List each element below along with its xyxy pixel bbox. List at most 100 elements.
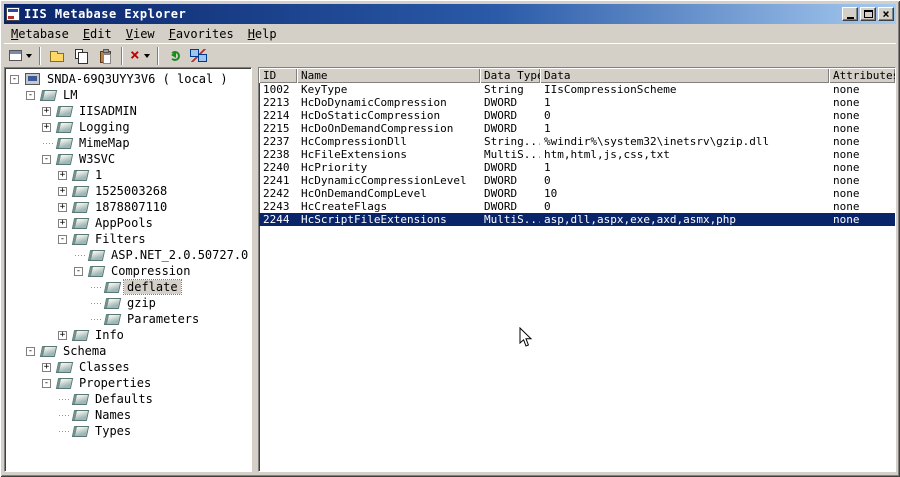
tree-item-1[interactable]: +1 [5, 167, 251, 183]
connect-button[interactable] [187, 45, 211, 67]
dropdown-arrow-icon[interactable] [26, 54, 32, 61]
title-bar[interactable]: IIS Metabase Explorer × [4, 4, 896, 24]
tree-label[interactable]: Compression [108, 264, 193, 278]
tree-item-gzip[interactable]: gzip [5, 295, 251, 311]
cell: IIsCompressionScheme [544, 83, 677, 96]
collapse-toggle-icon[interactable]: - [74, 266, 83, 276]
column-header-data-type[interactable]: Data Type [480, 68, 540, 83]
close-button[interactable]: × [878, 7, 894, 21]
tree-item-properties[interactable]: - Properties [5, 375, 251, 391]
refresh-button[interactable] [163, 45, 187, 67]
collapse-toggle-icon[interactable]: - [10, 74, 19, 84]
collapse-toggle-icon[interactable]: - [58, 234, 67, 244]
delete-button[interactable] [127, 45, 153, 67]
tree-label[interactable]: Schema [60, 344, 109, 358]
tree-item-compression[interactable]: - Compression [5, 263, 251, 279]
tree-item-schema[interactable]: - Schema [5, 343, 251, 359]
column-header-id[interactable]: ID [259, 68, 297, 83]
tree-label[interactable]: Parameters [124, 312, 202, 326]
tree-item-iisadmin[interactable]: + IISADMIN [5, 103, 251, 119]
tree-item-apppools[interactable]: + AppPools [5, 215, 251, 231]
tree-label[interactable]: Defaults [92, 392, 156, 406]
tree-item-snda-69q3uyy3v6-local-[interactable]: - SNDA-69Q3UYY3V6 ( local ) [5, 71, 251, 87]
tree-label[interactable]: Names [92, 408, 134, 422]
paste-button[interactable] [93, 45, 117, 67]
tree-label[interactable]: W3SVC [76, 152, 118, 166]
expand-toggle-icon[interactable]: + [58, 170, 67, 180]
menu-help[interactable]: Help [241, 26, 284, 43]
table-row-2242[interactable]: 2242 HcOnDemandCompLevel DWORD 10 none [259, 187, 895, 200]
tree-item-mimemap[interactable]: MimeMap [5, 135, 251, 151]
menu-view[interactable]: View [119, 26, 162, 43]
tree-item-types[interactable]: Types [5, 423, 251, 439]
tree-label[interactable]: LM [60, 88, 80, 102]
expand-toggle-icon[interactable]: + [58, 186, 67, 196]
tree-label[interactable]: Logging [76, 120, 133, 134]
cell: htm,html,js,css,txt [544, 148, 670, 161]
table-row-2238[interactable]: 2238 HcFileExtensions MultiS... htm,html,js… [259, 148, 895, 161]
expand-toggle-icon[interactable]: + [42, 106, 51, 116]
expand-toggle-icon[interactable]: + [58, 330, 67, 340]
tree-item-deflate[interactable]: deflate [5, 279, 251, 295]
expander-slot: - [40, 378, 56, 388]
expand-toggle-icon[interactable]: + [58, 202, 67, 212]
table-row-2214[interactable]: 2214 HcDoStaticCompression DWORD 0 none [259, 109, 895, 122]
collapse-toggle-icon[interactable]: - [26, 90, 35, 100]
tree-label[interactable]: 1525003268 [92, 184, 170, 198]
tree-label[interactable]: Info [92, 328, 127, 342]
table-row-2213[interactable]: 2213 HcDoDynamicCompression DWORD 1 none [259, 96, 895, 109]
tree-item-defaults[interactable]: Defaults [5, 391, 251, 407]
expander-slot: + [56, 170, 72, 180]
table-row-1002[interactable]: 1002 KeyType String IIsCompressionScheme non… [259, 83, 895, 96]
tree-view-button[interactable] [6, 45, 35, 67]
table-row-2244[interactable]: 2244 HcScriptFileExtensions MultiS... asp,d… [259, 213, 895, 226]
menu-metabase[interactable]: Metabase [4, 26, 76, 43]
tree-item-filters[interactable]: - Filters [5, 231, 251, 247]
tree-label[interactable]: IISADMIN [76, 104, 140, 118]
tree-item-classes[interactable]: + Classes [5, 359, 251, 375]
column-header-attributes[interactable]: Attributes [829, 68, 895, 83]
table-row-2237[interactable]: 2237 HcCompressionDll String... %windir%\sy… [259, 135, 895, 148]
table-row-2240[interactable]: 2240 HcPriority DWORD 1 none [259, 161, 895, 174]
tree-label[interactable]: ASP.NET_2.0.50727.0 [108, 248, 251, 262]
menu-edit[interactable]: Edit [76, 26, 119, 43]
collapse-toggle-icon[interactable]: - [42, 154, 51, 164]
collapse-toggle-icon[interactable]: - [26, 346, 35, 356]
tree-item-names[interactable]: Names [5, 407, 251, 423]
maximize-icon [863, 10, 873, 18]
column-header-data[interactable]: Data [540, 68, 829, 83]
tree-item-1878807110[interactable]: +1878807110 [5, 199, 251, 215]
expand-toggle-icon[interactable]: + [42, 122, 51, 132]
tree-item-info[interactable]: + Info [5, 327, 251, 343]
table-row-2241[interactable]: 2241 HcDynamicCompressionLevel DWORD 0 none [259, 174, 895, 187]
maximize-button[interactable] [860, 7, 876, 21]
expand-toggle-icon[interactable]: + [42, 362, 51, 372]
tree-label[interactable]: deflate [123, 279, 182, 295]
minimize-button[interactable] [842, 7, 858, 21]
tree-label[interactable]: Filters [92, 232, 149, 246]
tree-label[interactable]: 1878807110 [92, 200, 170, 214]
collapse-toggle-icon[interactable]: - [42, 378, 51, 388]
tree-label[interactable]: AppPools [92, 216, 156, 230]
new-key-button[interactable] [45, 45, 69, 67]
copy-button[interactable] [69, 45, 93, 67]
column-header-name[interactable]: Name [297, 68, 480, 83]
expand-toggle-icon[interactable]: + [58, 218, 67, 228]
tree-label[interactable]: SNDA-69Q3UYY3V6 ( local ) [44, 72, 231, 86]
dropdown-arrow-icon[interactable] [143, 54, 150, 61]
tree-item-asp-net-2-0-50727-0[interactable]: ASP.NET_2.0.50727.0 [5, 247, 251, 263]
tree-label[interactable]: gzip [124, 296, 159, 310]
table-row-2243[interactable]: 2243 HcCreateFlags DWORD 0 none [259, 200, 895, 213]
tree-label[interactable]: Classes [76, 360, 133, 374]
tree-label[interactable]: Properties [76, 376, 154, 390]
menu-favorites[interactable]: Favorites [162, 26, 241, 43]
table-row-2215[interactable]: 2215 HcDoOnDemandCompression DWORD 1 none [259, 122, 895, 135]
tree-label[interactable]: Types [92, 424, 134, 438]
tree-item-logging[interactable]: + Logging [5, 119, 251, 135]
tree-item-lm[interactable]: - LM [5, 87, 251, 103]
tree-item-1525003268[interactable]: +1525003268 [5, 183, 251, 199]
tree-label[interactable]: MimeMap [76, 136, 133, 150]
tree-item-w3svc[interactable]: - W3SVC [5, 151, 251, 167]
tree-item-parameters[interactable]: Parameters [5, 311, 251, 327]
tree-label[interactable]: 1 [92, 168, 105, 182]
